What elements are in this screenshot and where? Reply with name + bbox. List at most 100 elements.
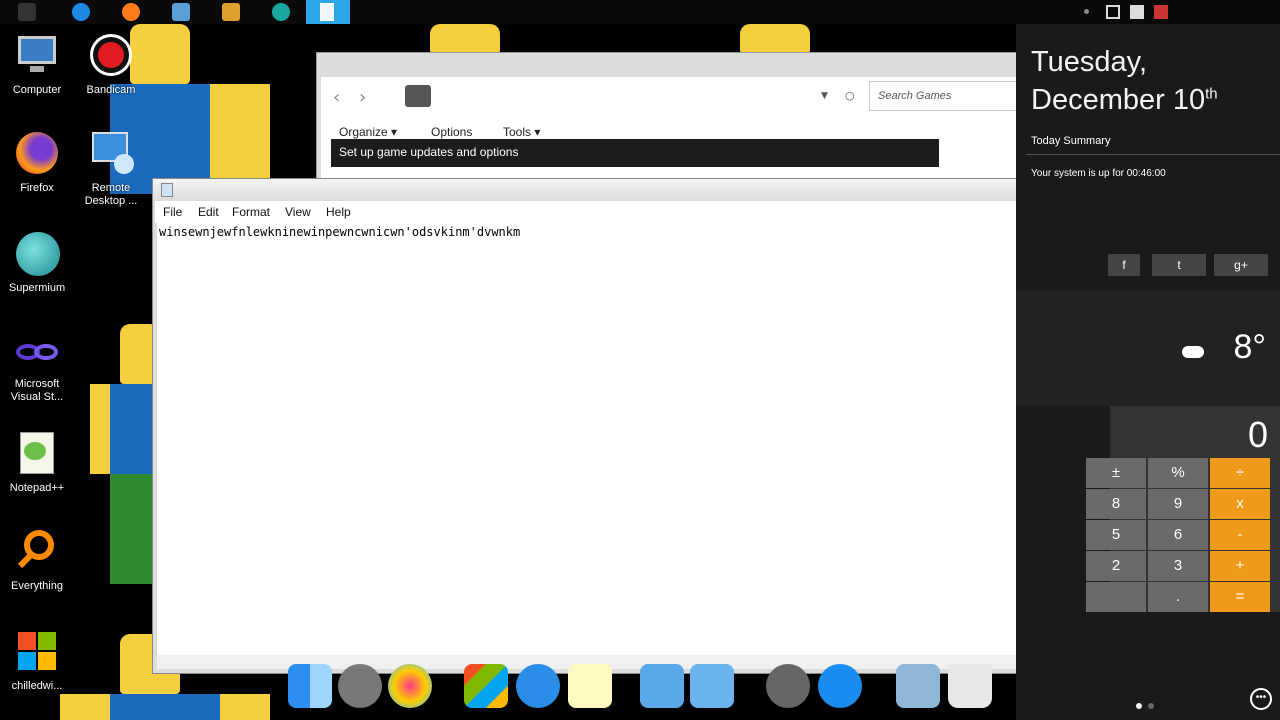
tray-dot-icon[interactable] <box>1084 9 1089 14</box>
ie-icon[interactable] <box>72 3 90 21</box>
games-explorer-window: ‹ › ▼ ○ Search Games Organize ▾ Options … <box>316 52 1019 192</box>
calc-key-0[interactable] <box>1086 582 1146 612</box>
page-dot-active[interactable] <box>1136 703 1142 709</box>
menu-file[interactable]: File <box>163 205 182 219</box>
details-view-icon[interactable] <box>433 85 459 107</box>
calc-key-8[interactable]: 8 <box>1086 489 1146 519</box>
notepad-window: – ▫ x File Edit Format View Help winsewn… <box>152 178 1108 674</box>
folder-icon[interactable] <box>640 664 684 708</box>
cloud-icon <box>1182 346 1204 358</box>
desktop-icon-chilledwindows[interactable]: chilledwi... <box>0 628 74 693</box>
weather-widget: 8° <box>1016 290 1280 406</box>
notepadpp-icon <box>14 430 60 476</box>
desktop-icon-bandicam[interactable]: Bandicam <box>74 32 148 97</box>
media-icon[interactable] <box>222 3 240 21</box>
flag-icon[interactable] <box>1130 5 1144 19</box>
windows-logo-icon[interactable] <box>464 664 508 708</box>
volume-icon[interactable] <box>1154 5 1168 19</box>
calc-key-plusminus[interactable]: ± <box>1086 458 1146 488</box>
remote-desktop-icon <box>88 130 134 176</box>
network-icon[interactable] <box>1106 5 1120 19</box>
finder-icon[interactable] <box>288 664 332 708</box>
calculator-widget: 0 ± % ÷ 8 9 x 5 6 - 2 3 + . = <box>1086 406 1280 612</box>
bandicam-icon <box>88 32 134 78</box>
notepad-icon <box>161 183 173 197</box>
calc-key-equals[interactable]: = <box>1210 582 1270 612</box>
columns-view-icon[interactable] <box>461 85 487 107</box>
panel-date: December 10th <box>1031 84 1218 116</box>
calc-key-divide[interactable]: ÷ <box>1210 458 1270 488</box>
notepad-taskbar-button[interactable] <box>306 0 350 24</box>
divider <box>1026 154 1280 155</box>
menu-view[interactable]: View <box>285 205 311 219</box>
firefox-icon[interactable] <box>122 3 140 21</box>
applications-folder-icon[interactable] <box>690 664 734 708</box>
search-games-input[interactable]: Search Games <box>869 81 1019 111</box>
menu-tools[interactable]: Tools ▾ <box>503 125 540 139</box>
desktop-icon-supermium[interactable]: Supermium <box>0 230 74 295</box>
windows-flag-icon <box>14 628 60 674</box>
calc-key-plus[interactable]: + <box>1210 551 1270 581</box>
notepad-menubar: File Edit Format View Help <box>155 201 1105 223</box>
app-store-icon[interactable] <box>818 664 862 708</box>
firefox-icon <box>14 130 60 176</box>
google-plus-button[interactable]: g+ <box>1214 254 1268 276</box>
launchpad-rocket-icon[interactable] <box>766 664 810 708</box>
tiles-view-icon[interactable] <box>405 85 431 107</box>
desktop-icon-notepadpp[interactable]: Notepad++ <box>0 430 74 495</box>
menu-edit[interactable]: Edit <box>198 205 219 219</box>
notepad-titlebar[interactable]: – ▫ x <box>153 179 1107 201</box>
color-sync-icon[interactable] <box>388 664 432 708</box>
calc-key-3[interactable]: 3 <box>1148 551 1208 581</box>
preview-view-icon[interactable] <box>489 85 515 107</box>
view-buttons <box>405 85 515 107</box>
back-arrow-icon[interactable]: ‹ <box>333 87 340 108</box>
desktop-icon-computer[interactable]: Computer <box>0 32 74 97</box>
desktop-icon-firefox[interactable]: Firefox <box>0 130 74 195</box>
supermium-icon[interactable] <box>272 3 290 21</box>
refresh-icon[interactable]: ○ <box>845 89 855 102</box>
forward-arrow-icon[interactable]: › <box>359 87 366 108</box>
menu-organize[interactable]: Organize ▾ <box>339 125 397 139</box>
roblox-noob-wallpaper <box>90 324 160 624</box>
uptime-text: Your system is up for 00:46:00 <box>1031 168 1166 179</box>
safari-compass-icon[interactable] <box>516 664 560 708</box>
game-updates-banner[interactable]: Set up game updates and options <box>331 139 939 167</box>
facebook-button[interactable]: f <box>1108 254 1140 276</box>
visual-studio-icon <box>14 332 60 372</box>
notes-icon[interactable] <box>568 664 612 708</box>
roblox-noob-wallpaper <box>740 24 810 54</box>
dropdown-arrow-icon[interactable]: ▼ <box>821 91 828 101</box>
today-summary-label: Today Summary <box>1031 135 1111 147</box>
computer-icon <box>14 32 60 78</box>
calc-key-2[interactable]: 2 <box>1086 551 1146 581</box>
settings-gear-icon[interactable] <box>338 664 382 708</box>
calc-key-6[interactable]: 6 <box>1148 520 1208 550</box>
menu-format[interactable]: Format <box>232 205 270 219</box>
calc-key-9[interactable]: 9 <box>1148 489 1208 519</box>
calc-key-decimal[interactable]: . <box>1148 582 1208 612</box>
calc-key-5[interactable]: 5 <box>1086 520 1146 550</box>
calc-key-percent[interactable]: % <box>1148 458 1208 488</box>
supermium-icon <box>14 230 60 276</box>
temperature: 8° <box>1233 328 1266 366</box>
explorer-icon[interactable] <box>172 3 190 21</box>
calc-key-minus[interactable]: - <box>1210 520 1270 550</box>
desktop-icon-remote-desktop[interactable]: Remote Desktop ... <box>74 130 148 208</box>
menu-options[interactable]: Options <box>431 125 472 139</box>
desktop-icon-visual-studio[interactable]: Microsoft Visual St... <box>0 332 74 404</box>
taskbar <box>0 0 1280 24</box>
page-dots[interactable] <box>1136 696 1154 714</box>
menu-help[interactable]: Help <box>326 205 351 219</box>
dock <box>280 654 1010 720</box>
preview-icon[interactable] <box>896 664 940 708</box>
trash-icon[interactable] <box>948 664 992 708</box>
twitter-button[interactable]: t <box>1152 254 1206 276</box>
text-editor-area[interactable]: winsewnjewfnlewkninewinpewncwnicwn'odsvk… <box>157 223 1087 655</box>
notepad-icon <box>320 3 334 21</box>
start-icon[interactable] <box>18 3 36 21</box>
more-options-icon[interactable]: ••• <box>1250 688 1272 710</box>
calc-key-multiply[interactable]: x <box>1210 489 1270 519</box>
page-dot[interactable] <box>1148 703 1154 709</box>
desktop-icon-everything[interactable]: Everything <box>0 528 74 593</box>
